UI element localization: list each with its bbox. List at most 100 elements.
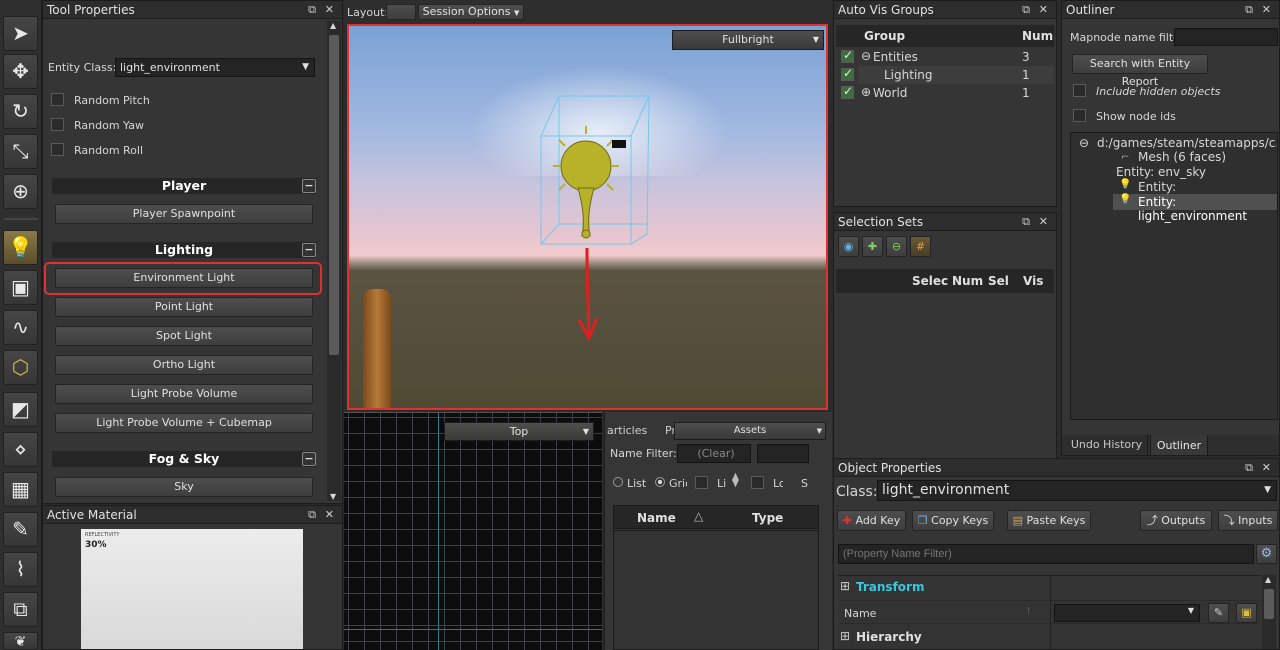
visgroup-world-checkbox[interactable] xyxy=(841,84,854,99)
mapnode-filter-input[interactable] xyxy=(1174,28,1278,46)
texture-icon[interactable]: ▦ xyxy=(3,472,38,507)
outputs-button[interactable]: ⤴ Outputs xyxy=(1140,510,1212,531)
rotate-icon[interactable]: ↻ xyxy=(3,94,38,129)
entity-class-select[interactable]: light_environment ▼ xyxy=(115,58,315,77)
group-hierarchy-row[interactable]: ⊞ Hierarchy xyxy=(838,626,1050,648)
float-icon[interactable]: ⧉ xyxy=(308,506,316,524)
player-figure[interactable] xyxy=(363,289,391,408)
selection-set-remove-icon[interactable]: ⊖ xyxy=(886,236,907,257)
tool-properties-scrollbar[interactable]: ▲ ▼ xyxy=(327,21,341,501)
random-roll-checkbox[interactable] xyxy=(51,143,64,156)
scale-icon[interactable]: ⤡ xyxy=(3,134,38,169)
slider-handle-icon[interactable]: ⧫ xyxy=(732,472,739,488)
paint-icon[interactable]: ✎ xyxy=(3,512,38,547)
scroll-up-icon[interactable]: ▲ xyxy=(330,21,336,30)
select-arrow-icon[interactable]: ➤ xyxy=(3,16,38,51)
tree-item-env-sky[interactable]: Entity: env_sky xyxy=(1116,165,1206,179)
inputs-button[interactable]: ⤵ Inputs xyxy=(1218,510,1278,531)
property-name-filter[interactable] xyxy=(838,544,1254,564)
option-lo-checkbox[interactable] xyxy=(751,476,764,489)
tree-item-mesh[interactable]: Mesh (6 faces) xyxy=(1138,150,1226,164)
random-yaw-checkbox[interactable] xyxy=(51,118,64,131)
asset-list[interactable] xyxy=(613,530,819,650)
col-selec-header[interactable]: Selec xyxy=(912,274,948,288)
col-type-header[interactable]: Type xyxy=(752,511,783,525)
close-icon[interactable]: ✕ xyxy=(325,1,334,19)
close-icon[interactable]: ✕ xyxy=(1262,1,1271,19)
light-probe-volume-button[interactable]: Light Probe Volume xyxy=(55,384,313,404)
float-icon[interactable]: ⧉ xyxy=(1022,213,1030,231)
tree-item-light-environment[interactable]: Entity: light_environment xyxy=(1138,195,1277,223)
expand-icon[interactable]: ⊞ xyxy=(840,629,850,643)
selection-set-view-icon[interactable]: ◉ xyxy=(838,236,859,257)
move-icon[interactable]: ✥ xyxy=(3,54,38,89)
random-pitch-checkbox[interactable] xyxy=(51,93,64,106)
spot-light-button[interactable]: Spot Light xyxy=(55,326,313,346)
col-group-header[interactable]: Group xyxy=(864,29,905,43)
minimize-icon[interactable]: − xyxy=(302,179,316,193)
col-sel-header[interactable]: Sel xyxy=(988,274,1009,288)
visgroup-entities-label[interactable]: Entities xyxy=(873,50,918,64)
close-icon[interactable]: ✕ xyxy=(325,506,334,524)
clip-icon[interactable]: ◩ xyxy=(3,392,38,427)
light-entity-gizmo[interactable] xyxy=(349,26,828,410)
polygon-icon[interactable]: ⬡ xyxy=(3,350,38,385)
show-node-ids-checkbox[interactable] xyxy=(1073,109,1086,122)
float-icon[interactable]: ⧉ xyxy=(1022,1,1030,19)
tab-undo-history[interactable]: Undo History xyxy=(1066,435,1148,455)
paste-keys-button[interactable]: ▤ Paste Keys xyxy=(1007,510,1091,531)
tab-assets[interactable]: Assets ▼ xyxy=(674,422,826,440)
tab-outliner[interactable]: Outliner xyxy=(1150,435,1208,455)
close-icon[interactable]: ✕ xyxy=(1039,1,1048,19)
visgroup-lighting-label[interactable]: Lighting xyxy=(884,68,933,82)
selection-set-add-icon[interactable]: ✚ xyxy=(862,236,883,257)
viewport-3d[interactable]: Fullbright ▼ xyxy=(347,24,828,410)
path-icon[interactable]: ∿ xyxy=(3,310,38,345)
include-hidden-checkbox[interactable] xyxy=(1073,84,1086,97)
copy-keys-button[interactable]: ❐ Copy Keys xyxy=(912,510,994,531)
tree-expander-icon[interactable]: ⊖ xyxy=(1079,136,1089,150)
block-icon[interactable]: ▣ xyxy=(3,270,38,305)
cube-stack-icon[interactable]: ⧉ xyxy=(3,592,38,627)
property-name-value[interactable]: ▼ xyxy=(1054,604,1200,622)
viewport-2d-top[interactable]: Top ▼ xyxy=(344,412,602,650)
light-probe-cubemap-button[interactable]: Light Probe Volume + Cubemap xyxy=(55,413,313,433)
view-type-select[interactable]: Top ▼ xyxy=(444,422,594,441)
float-icon[interactable]: ⧉ xyxy=(1245,1,1253,19)
col-name-header[interactable]: Name xyxy=(637,511,676,525)
selection-set-grid-icon[interactable]: # xyxy=(910,236,931,257)
foliage-icon[interactable]: ❦ xyxy=(3,632,38,650)
scroll-thumb[interactable] xyxy=(329,35,339,355)
eyedropper-icon[interactable]: ✎ xyxy=(1208,603,1229,623)
visgroup-lighting-checkbox[interactable] xyxy=(841,66,854,81)
radio-list[interactable] xyxy=(613,477,623,487)
tree-root[interactable]: d:/games/steam/steamapps/c... xyxy=(1097,136,1277,150)
environment-light-button[interactable]: Environment Light xyxy=(55,268,313,288)
point-light-button[interactable]: Point Light xyxy=(55,297,313,317)
scroll-up-icon[interactable]: ▲ xyxy=(1265,575,1271,584)
clear-filter-button[interactable]: (Clear) xyxy=(677,444,751,463)
class-select[interactable]: light_environment ▼ xyxy=(877,480,1277,501)
sky-button[interactable]: Sky xyxy=(55,477,313,497)
tab-particles[interactable]: articles xyxy=(607,424,647,437)
minimize-icon[interactable]: − xyxy=(302,243,316,257)
material-preview[interactable]: REFLECTIVITY 30% xyxy=(81,529,303,649)
pivot-icon[interactable]: ⊕ xyxy=(3,174,38,209)
terrain-icon[interactable]: ⌇ xyxy=(3,552,38,587)
pick-entity-icon[interactable]: ▣ xyxy=(1236,603,1257,623)
link-icon[interactable]: ⋄ xyxy=(3,432,38,467)
col-num-header[interactable]: Num xyxy=(1022,29,1053,43)
float-icon[interactable]: ⧉ xyxy=(308,1,316,19)
search-entity-report-button[interactable]: Search with Entity Report xyxy=(1072,54,1208,88)
visgroup-entities-expander[interactable]: ⊖ xyxy=(861,49,871,63)
sort-ascending-icon[interactable]: △ xyxy=(694,509,703,523)
add-key-button[interactable]: ✚ Add Key xyxy=(837,510,906,531)
filter-settings-gear-icon[interactable]: ⚙ xyxy=(1256,544,1277,564)
player-spawnpoint-button[interactable]: Player Spawnpoint xyxy=(55,204,313,224)
property-name-row[interactable]: Name ⁝ ▼ ✎ ▣ xyxy=(838,600,1260,624)
radio-grid[interactable] xyxy=(655,477,665,487)
visgroup-world-expander[interactable]: ⊕ xyxy=(861,85,871,99)
col-vis-header[interactable]: Vis xyxy=(1023,274,1043,288)
group-transform-row[interactable]: ⊞ Transform xyxy=(838,576,1050,598)
minimize-icon[interactable]: − xyxy=(302,452,316,466)
